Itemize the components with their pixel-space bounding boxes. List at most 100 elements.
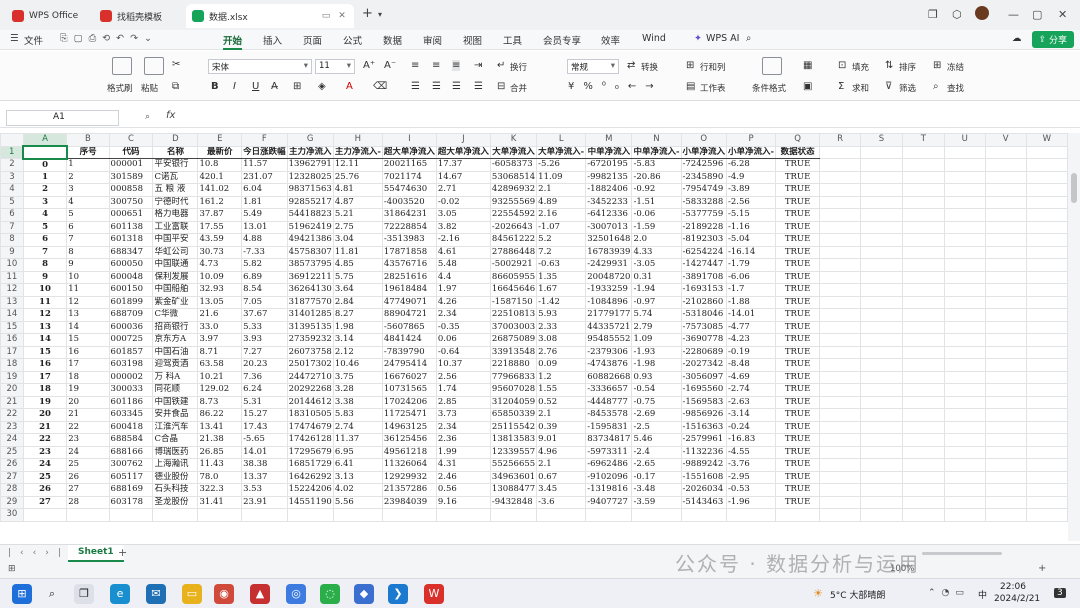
cell[interactable]: 000001	[108, 158, 154, 172]
cell[interactable]	[943, 483, 986, 497]
cell[interactable]: -1551608	[680, 470, 728, 484]
cell[interactable]: -1.94	[631, 283, 682, 297]
cell[interactable]: -9982135	[585, 170, 633, 184]
cell[interactable]: 12	[66, 295, 110, 309]
cell[interactable]: 5.83	[332, 408, 383, 422]
cell[interactable]: 21	[66, 408, 110, 422]
column-header[interactable]: V	[984, 133, 1027, 147]
cell[interactable]: 13	[22, 320, 68, 334]
cell[interactable]	[819, 270, 862, 284]
cell[interactable]	[1025, 458, 1068, 472]
row-number[interactable]: 27	[0, 470, 24, 484]
cell[interactable]: -0.19	[726, 345, 777, 359]
cell[interactable]: 6.95	[332, 445, 383, 459]
cell[interactable]	[819, 420, 862, 434]
align-right-icon[interactable]: ☰	[452, 81, 461, 92]
font-family-select[interactable]: 宋体	[208, 59, 312, 74]
cell[interactable]	[984, 258, 1027, 272]
tab-wps-office[interactable]: WPS Office	[6, 4, 90, 28]
cell[interactable]: 600036	[108, 320, 154, 334]
cell[interactable]: -6720195	[585, 158, 633, 172]
sum-icon[interactable]: Σ	[838, 81, 844, 92]
cell[interactable]: 1.35	[536, 270, 587, 284]
cell[interactable]: 6.04	[241, 183, 288, 197]
cell[interactable]: 95485552	[585, 333, 633, 347]
cell[interactable]	[860, 408, 903, 422]
cell[interactable]	[860, 158, 903, 172]
cell[interactable]	[984, 395, 1027, 409]
app-icon[interactable]: ◆	[354, 584, 374, 604]
clock-date[interactable]: 2024/2/21	[994, 594, 1040, 604]
column-header[interactable]: T	[901, 133, 945, 147]
cell[interactable]: 27886448	[489, 245, 538, 259]
cell[interactable]	[819, 433, 862, 447]
cell[interactable]	[901, 408, 945, 422]
cell[interactable]	[1025, 308, 1068, 322]
cell[interactable]: 22	[66, 420, 110, 434]
cell[interactable]: 3.13	[332, 470, 383, 484]
cell[interactable]: -2026643	[489, 220, 538, 234]
cell[interactable]: -0.53	[726, 483, 777, 497]
cell[interactable]: 13.01	[241, 220, 288, 234]
cell[interactable]: 2.34	[435, 308, 491, 322]
cell[interactable]: 000725	[108, 333, 154, 347]
cell[interactable]	[819, 333, 862, 347]
menu-data[interactable]: 数据	[383, 33, 402, 47]
cell[interactable]	[819, 170, 862, 184]
cell[interactable]: 688169	[108, 483, 154, 497]
cell[interactable]: 20292268	[286, 383, 334, 397]
cell[interactable]: 紫金矿业	[152, 295, 199, 309]
row-number[interactable]: 6	[0, 208, 24, 222]
cell[interactable]: 4.33	[631, 245, 682, 259]
cell[interactable]: -1.42	[536, 295, 587, 309]
cell[interactable]: 3.97	[197, 333, 243, 347]
cell[interactable]: 33913548	[489, 345, 538, 359]
cell[interactable]	[943, 283, 986, 297]
cell[interactable]: 8.27	[332, 308, 383, 322]
cell[interactable]: 7	[66, 233, 110, 247]
cell[interactable]: 4.87	[332, 195, 383, 209]
cell[interactable]: 1.55	[536, 383, 587, 397]
cell[interactable]: -3513983	[381, 233, 437, 247]
cell[interactable]	[901, 183, 945, 197]
cell[interactable]: 3.14	[332, 333, 383, 347]
cell[interactable]: -5377759	[680, 208, 728, 222]
cell[interactable]: 1	[66, 158, 110, 172]
cell[interactable]	[984, 295, 1027, 309]
cell[interactable]: 15	[22, 345, 68, 359]
cell[interactable]: -1882406	[585, 183, 633, 197]
empty-cell[interactable]	[1025, 508, 1068, 522]
zoom-in-icon[interactable]: +	[1038, 563, 1046, 574]
cell[interactable]: 688584	[108, 433, 154, 447]
cell[interactable]: TRUE	[775, 183, 821, 197]
empty-cell[interactable]	[108, 508, 154, 522]
align-center-icon[interactable]: ☰	[432, 81, 441, 92]
horizontal-scrollbar[interactable]	[922, 552, 1002, 555]
table-row[interactable]: 30	[0, 508, 1068, 522]
cond-format-icon[interactable]	[762, 57, 782, 75]
cell[interactable]	[1025, 345, 1068, 359]
row-number[interactable]: 9	[0, 245, 24, 259]
cell[interactable]	[860, 245, 903, 259]
cell[interactable]: 4	[66, 195, 110, 209]
cell[interactable]: -3.05	[631, 258, 682, 272]
row-number[interactable]: 12	[0, 283, 24, 297]
cell[interactable]: 27359232	[286, 333, 334, 347]
cell[interactable]: -0.64	[435, 345, 491, 359]
cell[interactable]: 五 粮 液	[152, 183, 199, 197]
cell[interactable]: 4.61	[435, 245, 491, 259]
cell[interactable]	[819, 408, 862, 422]
sum-label[interactable]: 求和	[852, 82, 869, 94]
cell[interactable]: 0.67	[536, 470, 587, 484]
cell[interactable]	[943, 383, 986, 397]
cell[interactable]: 7.36	[241, 370, 288, 384]
cell[interactable]	[1025, 195, 1068, 209]
rows-cols-icon[interactable]: ⊞	[686, 60, 694, 71]
cell[interactable]: 3	[22, 195, 68, 209]
header-cell[interactable]: 序号	[66, 145, 110, 159]
row-number[interactable]: 17	[0, 345, 24, 359]
column-header[interactable]: Q	[775, 133, 821, 147]
cell[interactable]: -2.56	[726, 195, 777, 209]
cell[interactable]: -8453578	[585, 408, 633, 422]
cell[interactable]: 36125456	[381, 433, 437, 447]
